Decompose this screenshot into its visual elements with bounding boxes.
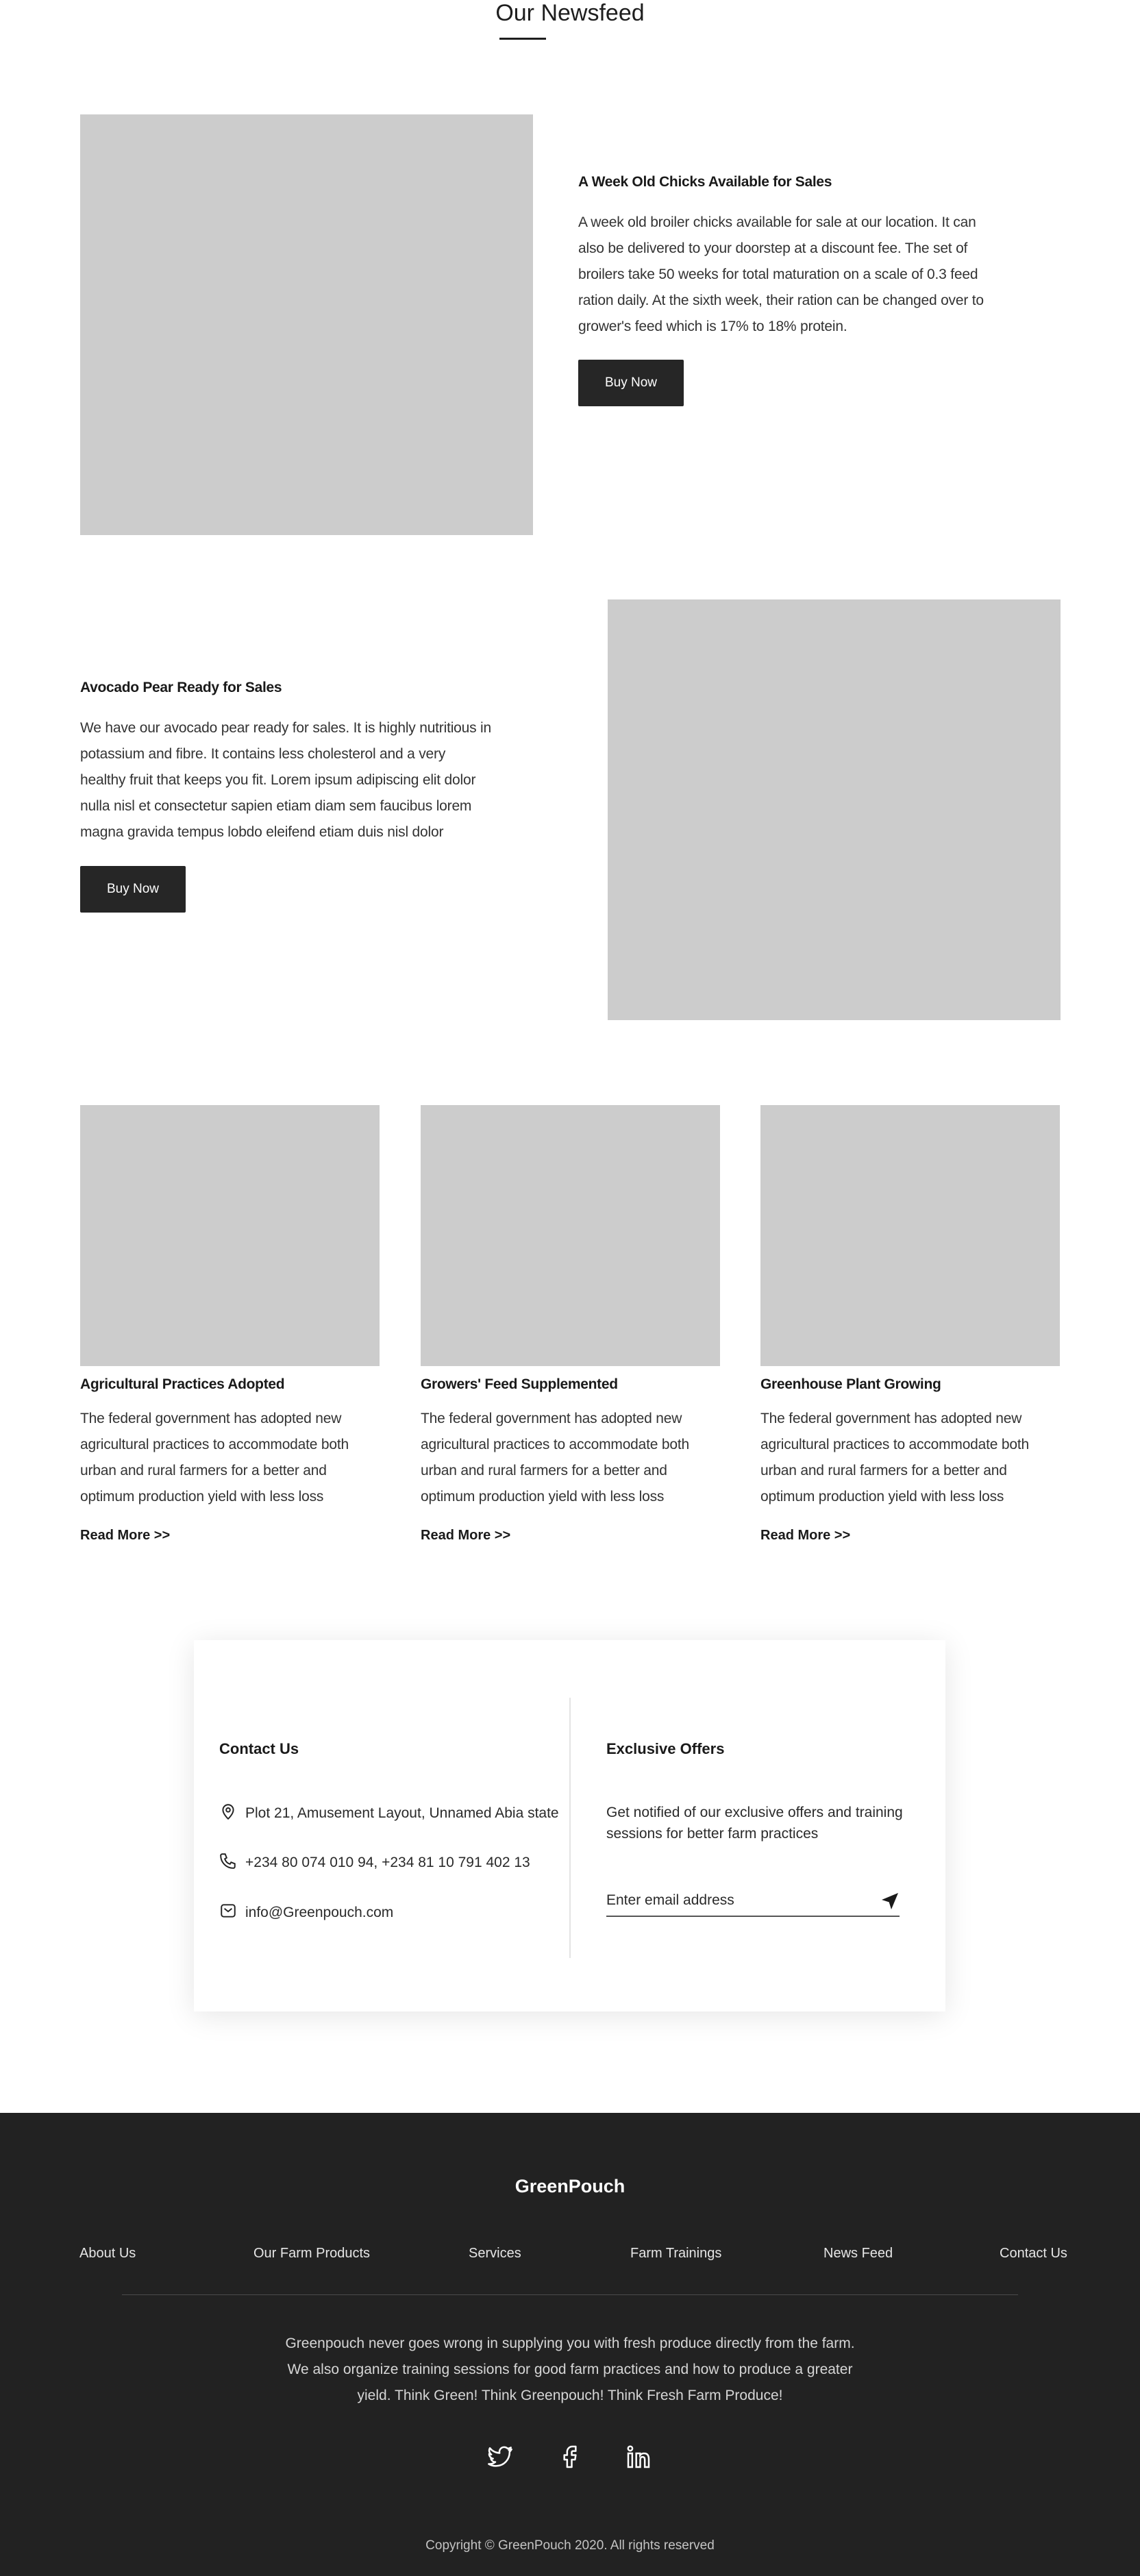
contact-card: Contact Us Plot 21, Amusement Layout, Un… xyxy=(194,1640,945,2011)
contact-phone: +234 80 074 010 94, +234 81 10 791 402 1… xyxy=(219,1852,530,1874)
card-description: The federal government has adopted new a… xyxy=(421,1411,689,1504)
card-description: The federal government has adopted new a… xyxy=(80,1411,349,1504)
linkedin-icon[interactable] xyxy=(625,2443,652,2474)
contact-divider xyxy=(569,1698,571,1958)
feature-title: A Week Old Chicks Available for Sales xyxy=(578,174,832,190)
card-image xyxy=(760,1105,1060,1366)
email-input[interactable] xyxy=(606,1885,900,1917)
footer-logo[interactable]: GreenPouch xyxy=(0,2176,1140,2197)
footer-nav-about[interactable]: About Us xyxy=(79,2246,136,2262)
location-pin-icon xyxy=(219,1802,245,1825)
footer-nav-newsfeed[interactable]: News Feed xyxy=(823,2246,893,2262)
footer-nav-trainings[interactable]: Farm Trainings xyxy=(630,2246,721,2262)
buy-now-button[interactable]: Buy Now xyxy=(80,866,186,913)
footer-nav-products[interactable]: Our Farm Products xyxy=(253,2246,370,2262)
footer-nav-services[interactable]: Services xyxy=(469,2246,521,2262)
card-title: Greenhouse Plant Growing xyxy=(760,1376,941,1392)
footer-divider xyxy=(122,2294,1018,2295)
mail-icon xyxy=(219,1902,245,1924)
feature-image-chicks xyxy=(80,114,533,535)
section-title: Our Newsfeed xyxy=(495,0,645,26)
address-text: Plot 21, Amusement Layout, Unnamed Abia … xyxy=(245,1805,559,1821)
phone-icon xyxy=(219,1852,245,1874)
copyright-text: Copyright © GreenPouch 2020. All rights … xyxy=(425,2538,715,2553)
footer-about-text: Greenpouch never goes wrong in supplying… xyxy=(285,2336,855,2403)
footer-nav-contact[interactable]: Contact Us xyxy=(1000,2246,1067,2262)
buy-now-button[interactable]: Buy Now xyxy=(578,360,684,406)
offers-heading: Exclusive Offers xyxy=(606,1740,725,1757)
feature-title: Avocado Pear Ready for Sales xyxy=(80,680,282,695)
card-description: The federal government has adopted new a… xyxy=(760,1411,1029,1504)
card-title: Growers' Feed Supplemented xyxy=(421,1376,618,1392)
card-title: Agricultural Practices Adopted xyxy=(80,1376,285,1392)
feature-image-avocado xyxy=(608,599,1061,1020)
feature-description: A week old broiler chicks available for … xyxy=(578,214,984,334)
facebook-icon[interactable] xyxy=(556,2443,584,2474)
phone-text: +234 80 074 010 94, +234 81 10 791 402 1… xyxy=(245,1855,530,1870)
card-image xyxy=(80,1105,380,1366)
read-more-link[interactable]: Read More >> xyxy=(760,1528,850,1544)
footer: GreenPouch About Us Our Farm Products Se… xyxy=(0,2113,1140,2576)
send-icon[interactable] xyxy=(879,1890,901,1916)
email-text: info@Greenpouch.com xyxy=(245,1905,394,1920)
card-image xyxy=(421,1105,720,1366)
contact-email: info@Greenpouch.com xyxy=(219,1902,393,1924)
contact-address: Plot 21, Amusement Layout, Unnamed Abia … xyxy=(219,1802,559,1825)
feature-description: We have our avocado pear ready for sales… xyxy=(80,720,491,840)
title-underline xyxy=(499,38,546,40)
offers-text: Get notified of our exclusive offers and… xyxy=(606,1805,903,1842)
read-more-link[interactable]: Read More >> xyxy=(80,1528,170,1544)
read-more-link[interactable]: Read More >> xyxy=(421,1528,510,1544)
contact-heading: Contact Us xyxy=(219,1740,299,1757)
twitter-icon[interactable] xyxy=(486,2443,514,2474)
